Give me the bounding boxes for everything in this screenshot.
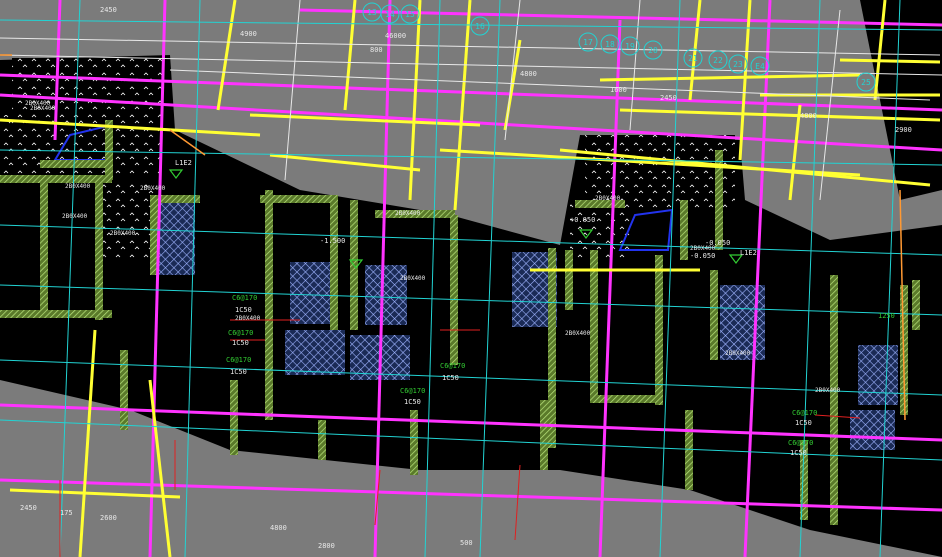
room-tag: 2B0X400 xyxy=(725,350,751,357)
rebar-note: C6@170 xyxy=(228,329,253,337)
crosshatch-room-7 xyxy=(858,345,898,405)
crosshatch-room-6 xyxy=(720,285,765,360)
wall-segment-1 xyxy=(40,175,48,315)
grid-bubble-label: 13 xyxy=(367,8,377,17)
wall-segment-12 xyxy=(548,248,556,448)
room-tag: 2B0X400 xyxy=(565,330,591,337)
room-tag: 2B0X400 xyxy=(400,275,426,282)
shaft-block-left-lower xyxy=(100,180,155,260)
rebar-note: 1C50 xyxy=(404,398,421,406)
dimension-text: 1600 xyxy=(610,86,627,94)
wall-segment-25 xyxy=(830,275,838,525)
grid-bubble-label: 22 xyxy=(713,56,723,65)
rebar-note: C6@170 xyxy=(232,294,257,302)
grid-bubble-label: 17 xyxy=(583,38,593,47)
wall-segment-16 xyxy=(590,395,660,403)
room-tag: 2B0X400 xyxy=(815,387,841,394)
room-tag: 2B0X400 xyxy=(30,105,56,112)
rebar-note: C6@170 xyxy=(440,362,465,370)
rebar-note: C6@170 xyxy=(792,409,817,417)
dimension-text: 4800 xyxy=(520,70,537,78)
wall-segment-7 xyxy=(260,195,335,203)
grid-bubble-label: 14 xyxy=(385,10,395,19)
crosshatch-room-3 xyxy=(285,330,345,375)
rebar-note: C6@170 xyxy=(226,356,251,364)
wall-segment-22 xyxy=(540,400,548,470)
dimension-text: 4800 xyxy=(270,524,287,532)
wall-segment-29 xyxy=(105,120,113,180)
wall-segment-6 xyxy=(265,190,273,420)
wall-segment-2 xyxy=(95,175,103,320)
rebar-note: 1C50 xyxy=(232,339,249,347)
wall-segment-28 xyxy=(40,160,110,168)
wall-segment-18 xyxy=(120,350,128,430)
rebar-note: 1C50 xyxy=(442,374,459,382)
rebar-note: 1250 xyxy=(878,312,895,320)
cad-canvas[interactable]: 13 14 15 16 17 18 19 20 21 22 23 E4 25 2450 4900 80046… xyxy=(0,0,942,557)
room-tag: 2B0X400 xyxy=(110,230,136,237)
wall-segment-32 xyxy=(680,200,688,260)
dimension-text: 800 xyxy=(370,46,383,54)
grid-bubble-label: 19 xyxy=(625,42,635,51)
dimension-text: 2900 xyxy=(895,126,912,134)
elevation-label: +0.050 xyxy=(570,216,595,224)
elevation-label: L1E2 xyxy=(740,249,757,257)
crosshatch-room-1 xyxy=(290,262,330,324)
room-tag: 2B0X400 xyxy=(62,213,88,220)
wall-segment-27 xyxy=(912,280,920,330)
rebar-note: C6@170 xyxy=(400,387,425,395)
room-tag: 2B0X400 xyxy=(595,195,621,202)
elevation-label: L1E2 xyxy=(175,159,192,167)
wall-segment-13 xyxy=(565,250,573,310)
grid-bubble-label: 16 xyxy=(475,22,485,31)
room-tag: 2B0X400 xyxy=(395,210,421,217)
grid-bubble-label: 20 xyxy=(648,46,658,55)
grid-bubble-label: 18 xyxy=(605,40,615,49)
wall-segment-21 xyxy=(318,420,326,460)
wall-segment-23 xyxy=(685,410,693,490)
dimension-text: 2600 xyxy=(100,514,117,522)
room-tag: 2B0X400 xyxy=(65,183,91,190)
wall-segment-19 xyxy=(230,380,238,455)
rebar-note: C6@170 xyxy=(788,439,813,447)
rebar-note: 1C50 xyxy=(235,306,252,314)
dimension-text: 4800 xyxy=(800,112,817,120)
wall-segment-17 xyxy=(710,270,718,360)
crosshatch-room-2 xyxy=(365,265,407,325)
wall-segment-5 xyxy=(150,195,200,203)
grid-bubble-label: E4 xyxy=(755,62,765,71)
dimension-text: 46000 xyxy=(385,32,406,40)
wall-segment-11 xyxy=(450,215,458,365)
elevation-label: -1.500 xyxy=(320,237,345,245)
grid-bubble-label: 15 xyxy=(405,10,415,19)
grid-bubble-label: 23 xyxy=(733,60,743,69)
wall-segment-8 xyxy=(330,195,338,330)
wall-segment-3 xyxy=(0,310,112,318)
dimension-text: 4900 xyxy=(240,30,257,38)
rebar-note: 1C50 xyxy=(795,419,812,427)
wall-segment-14 xyxy=(590,250,598,400)
dimension-text: 2800 xyxy=(318,542,335,550)
yellow-line-13 xyxy=(839,58,941,64)
crosshatch-room-8 xyxy=(850,410,895,450)
rebar-note: 1C50 xyxy=(230,368,247,376)
rebar-note: 1C50 xyxy=(790,449,807,457)
grid-bubble-label: 21 xyxy=(688,54,698,63)
dimension-text: 2450 xyxy=(20,504,37,512)
room-tag: 2B0X400 xyxy=(235,315,261,322)
elevation-label: -0.050 xyxy=(690,252,715,260)
dimension-text: 2450 xyxy=(660,94,677,102)
dimension-text: 2450 xyxy=(100,6,117,14)
elevation-label: -0.050 xyxy=(705,239,730,247)
wall-segment-15 xyxy=(655,255,663,405)
grid-bubble-label: 25 xyxy=(861,78,871,87)
dimension-text: 500 xyxy=(460,539,473,547)
cad-drawing-viewport[interactable]: 13 14 15 16 17 18 19 20 21 22 23 E4 25 2450 4900 800 46… xyxy=(0,0,942,557)
room-tag: 2B0X400 xyxy=(140,185,166,192)
dimension-text: 175 xyxy=(60,509,73,517)
